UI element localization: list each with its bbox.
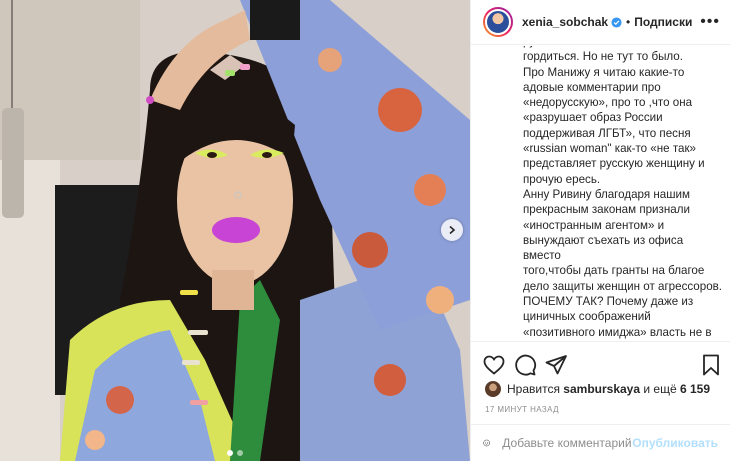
photo-illustration: [0, 0, 470, 461]
like-heart-icon[interactable]: [482, 353, 506, 377]
post-photo[interactable]: [0, 0, 470, 461]
header-separator: •: [626, 15, 631, 29]
caption-line: Про Манижу я читаю какие-то: [523, 65, 685, 79]
post-header: xenia_sobchak • Подписки •••: [471, 0, 730, 45]
next-slide-button[interactable]: [441, 219, 463, 241]
publish-comment-button[interactable]: Опубликовать: [632, 436, 718, 450]
likes-and-more: и ещё: [643, 382, 677, 396]
caption-line: «позитивного имиджа» власть не в: [523, 325, 712, 339]
post-side-panel: xenia_sobchak • Подписки ••• русские...г…: [470, 0, 730, 461]
carousel-dot: [237, 450, 243, 456]
caption-line: прочую ересь.: [523, 172, 601, 186]
caption-line: гордиться. Но не тут то было.: [523, 50, 683, 64]
caption-scroll-area[interactable]: русские...гордиться. Но не тут то было.П…: [471, 46, 730, 341]
comment-bubble-icon[interactable]: [513, 353, 537, 377]
caption-line: «разрушает образ России: [523, 111, 663, 125]
caption-line: ПОЧЕМУ ТАК? Почему даже из: [523, 295, 694, 309]
following-button[interactable]: Подписки: [634, 15, 692, 29]
bookmark-save-icon[interactable]: [699, 353, 723, 377]
caption-line: Анну Ривину благодаря нашим: [523, 187, 690, 201]
more-options-button[interactable]: •••: [700, 13, 720, 31]
likes-summary: Нравится samburskaya и ещё 6 159: [485, 381, 710, 397]
emoji-smiley-icon[interactable]: [483, 433, 490, 453]
caption-line: циничных соображений: [523, 310, 651, 324]
caption-line: того,чтобы дать гранты на благое: [523, 264, 705, 278]
caption-line: «russian woman" как-то «не так»: [523, 142, 696, 156]
verified-badge-icon: [611, 16, 622, 28]
caption-line: вынуждают съехать из офиса вместо: [523, 233, 684, 263]
author-username[interactable]: xenia_sobchak: [522, 15, 608, 29]
post-timestamp[interactable]: 17 МИНУТ НАЗАД: [485, 405, 559, 414]
likes-prefix: Нравится: [507, 382, 560, 396]
likes-count[interactable]: 6 159: [680, 382, 710, 396]
caption-line: представляет русскую женщину и: [523, 157, 705, 171]
caption-line: прекрасным законам признали: [523, 203, 690, 217]
caption-line: «недорусскую», про то ,что она: [523, 96, 693, 110]
caption-line: поддерживая ЛГБТ», что песня: [523, 126, 691, 140]
author-avatar[interactable]: [483, 7, 513, 37]
comment-form: Опубликовать: [471, 424, 730, 461]
carousel-indicator: [0, 450, 470, 456]
post-caption: русские...гордиться. Но не тут то было.П…: [523, 46, 723, 341]
liker-avatar[interactable]: [485, 381, 501, 397]
caption-line: «иностранным агентом» и: [523, 218, 665, 232]
caption-line: дело защиты женщин от агрессоров.: [523, 279, 723, 293]
share-paper-plane-icon[interactable]: [544, 353, 568, 377]
chevron-right-icon: [449, 225, 456, 235]
carousel-dot-active: [227, 450, 233, 456]
caption-line: адовые комментарии про: [523, 80, 661, 94]
liker-username[interactable]: samburskaya: [563, 382, 640, 396]
comment-input[interactable]: [502, 436, 633, 450]
